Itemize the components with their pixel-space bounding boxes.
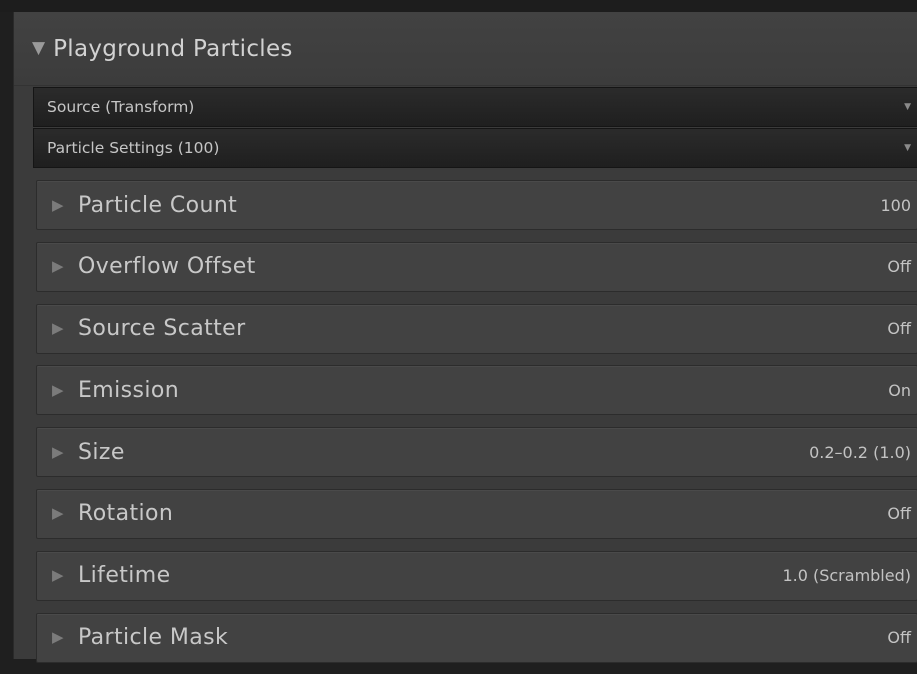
source-dropdown-label: Source (Transform)	[47, 98, 195, 116]
source-dropdown[interactable]: Source (Transform) ▼	[33, 87, 917, 127]
setting-value: 1.0 (Scrambled)	[782, 566, 911, 586]
setting-value: 0.2–0.2 (1.0)	[809, 442, 911, 462]
triangle-right-icon: ▶	[52, 566, 64, 585]
setting-row-size[interactable]: ▶ Size 0.2–0.2 (1.0)	[36, 427, 917, 478]
playground-particles-foldout[interactable]: ▼ Playground Particles	[14, 12, 917, 86]
setting-label: Lifetime	[78, 563, 171, 589]
particle-settings-dropdown[interactable]: Particle Settings (100) ▼	[33, 128, 917, 168]
setting-label: Overflow Offset	[78, 254, 256, 280]
triangle-right-icon: ▶	[52, 257, 64, 276]
settings-list: ▶ Particle Count 100 ▶ Overflow Offset O…	[36, 180, 917, 674]
triangle-right-icon: ▶	[52, 442, 64, 461]
setting-label: Particle Count	[78, 192, 238, 218]
setting-row-particle-count[interactable]: ▶ Particle Count 100	[36, 180, 917, 230]
triangle-right-icon: ▶	[52, 319, 64, 338]
setting-label: Source Scatter	[78, 316, 246, 342]
setting-value: 100	[880, 195, 911, 215]
setting-row-emission[interactable]: ▶ Emission On	[36, 365, 917, 416]
setting-row-lifetime[interactable]: ▶ Lifetime 1.0 (Scrambled)	[36, 550, 917, 601]
triangle-right-icon: ▶	[52, 504, 64, 523]
setting-label: Particle Mask	[78, 625, 229, 651]
setting-value: On	[888, 380, 911, 400]
triangle-right-icon: ▶	[52, 628, 64, 647]
setting-label: Emission	[78, 377, 180, 403]
inspector-panel: ▼ Playground Particles Source (Transform…	[13, 12, 917, 663]
triangle-right-icon: ▶	[52, 195, 64, 214]
setting-row-source-scatter[interactable]: ▶ Source Scatter Off	[36, 303, 917, 354]
setting-value: Off	[887, 628, 911, 648]
triangle-down-icon: ▼	[32, 38, 46, 58]
setting-value: Off	[887, 257, 911, 277]
dropdown-arrow-icon: ▼	[904, 102, 911, 112]
setting-value: Off	[887, 504, 911, 524]
component-title: Playground Particles	[53, 35, 293, 62]
setting-row-rotation[interactable]: ▶ Rotation Off	[36, 488, 917, 539]
setting-value: Off	[887, 319, 911, 339]
setting-label: Rotation	[78, 501, 174, 527]
setting-row-particle-mask[interactable]: ▶ Particle Mask Off	[36, 612, 917, 663]
particle-settings-dropdown-label: Particle Settings (100)	[47, 139, 220, 157]
triangle-right-icon: ▶	[52, 380, 64, 399]
dropdown-arrow-icon: ▼	[904, 143, 911, 153]
window-top-strip	[0, 0, 917, 12]
setting-row-overflow-offset[interactable]: ▶ Overflow Offset Off	[36, 241, 917, 292]
setting-label: Size	[78, 439, 125, 465]
